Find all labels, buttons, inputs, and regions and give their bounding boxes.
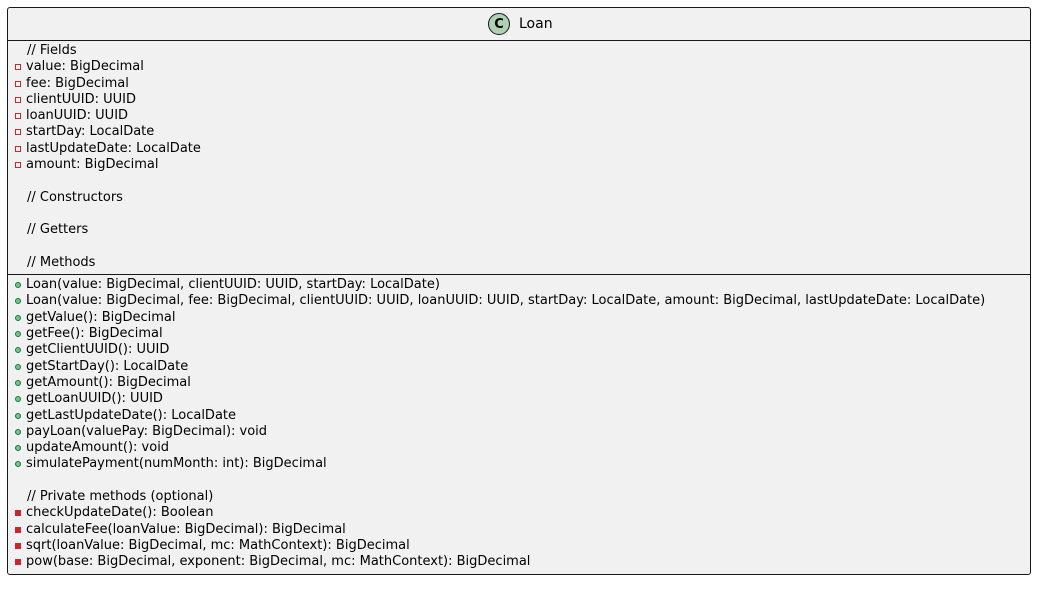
class-name: Loan — [519, 16, 553, 32]
public-visibility-icon — [15, 298, 21, 305]
class-stereotype-icon: C — [488, 13, 510, 35]
public-visibility-icon — [15, 331, 21, 338]
member-text: value: BigDecimal — [26, 59, 144, 75]
member-text: amount: BigDecimal — [26, 157, 159, 173]
private-visibility-icon — [15, 510, 21, 517]
private-visibility-icon — [15, 129, 21, 136]
member-row: getAmount(): BigDecimal — [8, 375, 1030, 391]
member-text: getAmount(): BigDecimal — [26, 374, 191, 390]
member-text: Loan(value: BigDecimal, clientUUID: UUID… — [26, 277, 440, 293]
member-text: getFee(): BigDecimal — [26, 326, 163, 342]
member-row: checkUpdateDate(): Boolean — [8, 505, 1030, 521]
public-visibility-icon — [15, 379, 21, 386]
member-row: getClientUUID(): UUID — [8, 342, 1030, 358]
member-text: checkUpdateDate(): Boolean — [26, 505, 214, 521]
public-visibility-icon — [15, 412, 21, 419]
public-visibility-icon — [15, 314, 21, 321]
member-row: Loan(value: BigDecimal, clientUUID: UUID… — [8, 277, 1030, 293]
member-text: getValue(): BigDecimal — [26, 309, 176, 325]
member-row: getFee(): BigDecimal — [8, 326, 1030, 342]
section-comment: // Private methods (optional) — [27, 489, 214, 505]
private-visibility-icon — [15, 80, 21, 87]
member-row: clientUUID: UUID — [8, 92, 1030, 108]
member-text: simulatePayment(numMonth: int): BigDecim… — [26, 456, 327, 472]
member-text: lastUpdateDate: LocalDate — [26, 140, 201, 156]
public-visibility-icon — [15, 282, 21, 289]
member-row: value: BigDecimal — [8, 59, 1030, 75]
member-text: payLoan(valuePay: BigDecimal): void — [26, 423, 268, 439]
member-row: calculateFee(loanValue: BigDecimal): Big… — [8, 522, 1030, 538]
private-visibility-icon — [15, 113, 21, 120]
member-row: startDay: LocalDate — [8, 124, 1030, 140]
public-visibility-icon — [15, 445, 21, 452]
public-visibility-icon — [15, 428, 21, 435]
member-row: sqrt(loanValue: BigDecimal, mc: MathCont… — [8, 538, 1030, 554]
private-visibility-icon — [15, 64, 21, 71]
member-row: pow(base: BigDecimal, exponent: BigDecim… — [8, 554, 1030, 570]
fields-section: // Fields value: BigDecimal fee: BigDecima… — [8, 41, 1030, 274]
public-visibility-icon — [15, 461, 21, 468]
member-row: getValue(): BigDecimal — [8, 310, 1030, 326]
section-comment: // Constructors — [27, 189, 123, 205]
public-visibility-icon — [15, 396, 21, 403]
member-text: fee: BigDecimal — [26, 75, 129, 91]
private-visibility-icon — [15, 526, 21, 533]
member-row: fee: BigDecimal — [8, 76, 1030, 92]
member-row: simulatePayment(numMonth: int): BigDecim… — [8, 456, 1030, 472]
member-text: getClientUUID(): UUID — [26, 342, 170, 358]
member-text: getStartDay(): LocalDate — [26, 358, 189, 374]
member-text: getLoanUUID(): UUID — [26, 391, 163, 407]
class-header: C Loan — [8, 8, 1030, 40]
private-visibility-icon — [15, 145, 21, 152]
member-text: startDay: LocalDate — [26, 124, 155, 140]
member-row: amount: BigDecimal — [8, 157, 1030, 173]
class-box-loan[interactable]: C Loan // Fields value: BigDecimal fee: Bi… — [7, 7, 1031, 575]
member-text: calculateFee(loanValue: BigDecimal): Big… — [26, 521, 346, 537]
member-text: loanUUID: UUID — [26, 108, 129, 124]
member-row: getLastUpdateDate(): LocalDate — [8, 408, 1030, 424]
class-title: C Loan — [488, 13, 553, 35]
member-text: getLastUpdateDate(): LocalDate — [26, 407, 236, 423]
section-comment: // Fields — [27, 43, 77, 58]
member-row: getLoanUUID(): UUID — [8, 391, 1030, 407]
member-text: sqrt(loanValue: BigDecimal, mc: MathCont… — [26, 537, 410, 553]
section-comment: // Getters — [27, 222, 89, 238]
section-comment: // Methods — [27, 254, 96, 270]
methods-section: Loan(value: BigDecimal, clientUUID: UUID… — [8, 275, 1030, 573]
private-visibility-icon — [15, 559, 21, 566]
public-visibility-icon — [15, 347, 21, 354]
member-text: updateAmount(): void — [26, 440, 170, 456]
private-visibility-icon — [15, 162, 21, 169]
member-row: loanUUID: UUID — [8, 108, 1030, 124]
member-text: clientUUID: UUID — [26, 91, 136, 107]
private-visibility-icon — [15, 96, 21, 103]
member-row: lastUpdateDate: LocalDate — [8, 141, 1030, 157]
member-row: updateAmount(): void — [8, 440, 1030, 456]
public-visibility-icon — [15, 363, 21, 370]
member-text: pow(base: BigDecimal, exponent: BigDecim… — [26, 554, 531, 570]
private-visibility-icon — [15, 542, 21, 549]
member-row: getStartDay(): LocalDate — [8, 359, 1030, 375]
member-row: Loan(value: BigDecimal, fee: BigDecimal,… — [8, 293, 1030, 309]
member-text: Loan(value: BigDecimal, fee: BigDecimal,… — [26, 293, 986, 309]
member-row: payLoan(valuePay: BigDecimal): void — [8, 424, 1030, 440]
